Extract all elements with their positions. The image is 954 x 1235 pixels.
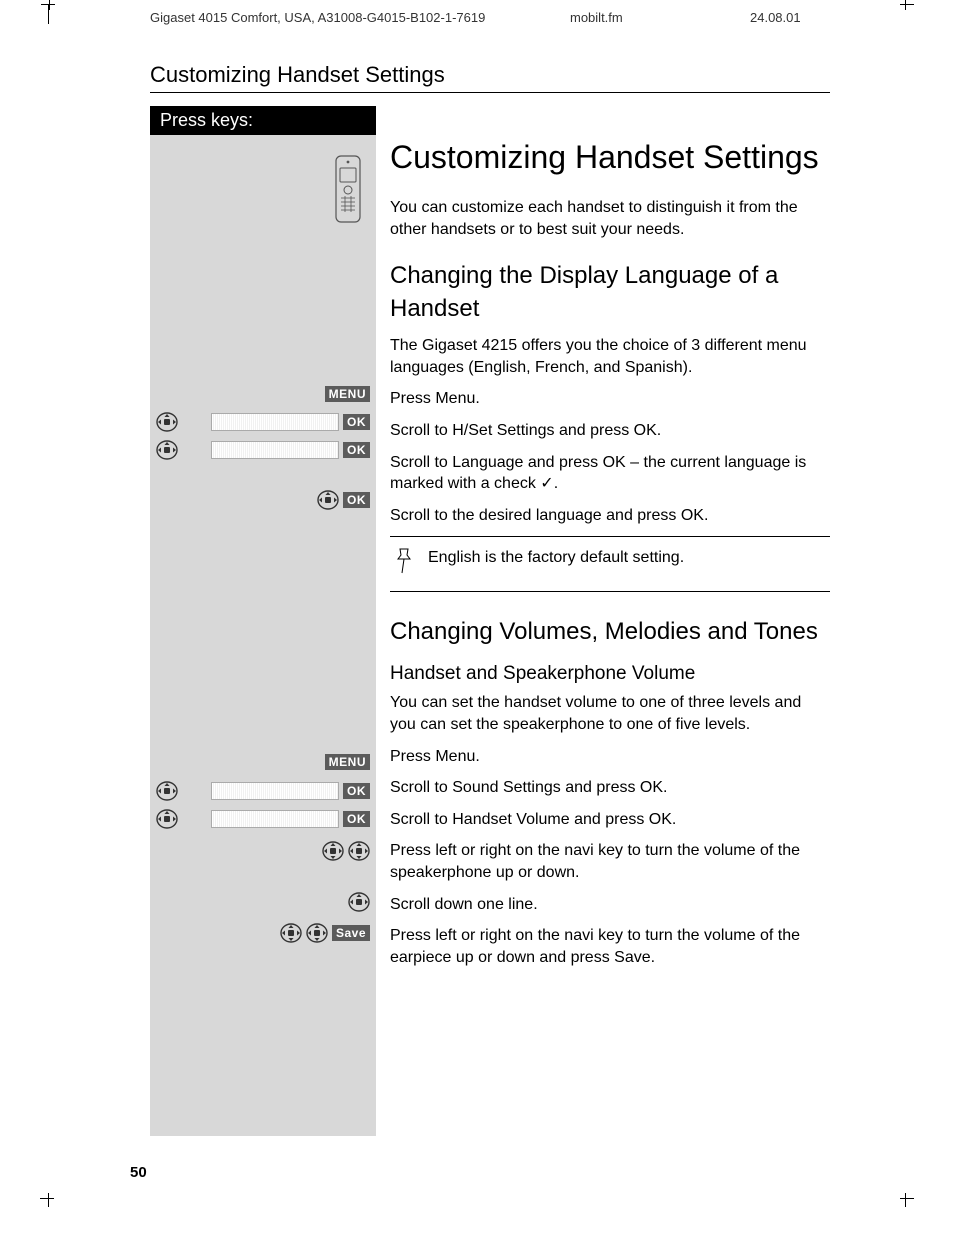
- navikey-icon: [156, 809, 178, 829]
- main-content: Customizing Handset Settings You can cus…: [376, 106, 830, 1136]
- note-text: English is the factory default setting.: [428, 547, 684, 569]
- display-strip: [211, 441, 339, 459]
- page-title: Customizing Handset Settings: [390, 136, 830, 179]
- volume-intro: You can set the handset volume to one of…: [390, 692, 830, 735]
- press-keys-sidebar: Press keys:: [150, 106, 376, 1136]
- intro-text: You can customize each handset to distin…: [390, 197, 830, 240]
- vol-step: Scroll to Handset Volume and press OK.: [390, 809, 830, 831]
- display-strip: [211, 810, 339, 828]
- navikey-left-icon: [280, 923, 302, 943]
- menu-key-badge: MENU: [325, 754, 370, 770]
- vol-step: Press Menu.: [390, 746, 830, 768]
- note-box: English is the factory default setting.: [390, 536, 830, 592]
- ok-key-badge: OK: [343, 492, 370, 508]
- doc-id: Gigaset 4015 Comfort, USA, A31008-G4015-…: [150, 10, 485, 25]
- doc-date: 24.08.01: [750, 10, 801, 25]
- heading-handset-vol: Handset and Speakerphone Volume: [390, 661, 830, 687]
- vol-step: Scroll down one line.: [390, 894, 830, 916]
- navikey-right-icon: [306, 923, 328, 943]
- heading-language: Changing the Display Language of a Hands…: [390, 260, 830, 325]
- navikey-icon: [156, 412, 178, 432]
- lang-step: Scroll to the desired language and press…: [390, 505, 830, 527]
- lang-step: Scroll to Language and press OK – the cu…: [390, 452, 830, 495]
- pushpin-icon: [394, 547, 414, 575]
- page-number: 50: [130, 1164, 147, 1181]
- display-strip: [211, 782, 339, 800]
- ok-key-badge: OK: [343, 811, 370, 827]
- menu-key-badge: MENU: [325, 386, 370, 402]
- navikey-icon: [156, 781, 178, 801]
- display-strip: [211, 413, 339, 431]
- language-intro: The Gigaset 4215 offers you the choice o…: [390, 335, 830, 378]
- vol-step: Scroll to Sound Settings and press OK.: [390, 777, 830, 799]
- handset-illustration-icon: [332, 154, 364, 224]
- navikey-right-icon: [348, 841, 370, 861]
- section-title: Customizing Handset Settings: [150, 62, 445, 88]
- heading-volumes: Changing Volumes, Melodies and Tones: [390, 616, 830, 648]
- lang-step: Press Menu.: [390, 388, 830, 410]
- ok-key-badge: OK: [343, 783, 370, 799]
- sidebar-header: Press keys:: [150, 106, 376, 135]
- section-rule: [150, 92, 830, 93]
- navikey-left-icon: [322, 841, 344, 861]
- lang-step: Scroll to H/Set Settings and press OK.: [390, 420, 830, 442]
- navikey-icon: [156, 440, 178, 460]
- navikey-icon: [317, 490, 339, 510]
- save-key-badge: Save: [332, 925, 370, 941]
- ok-key-badge: OK: [343, 414, 370, 430]
- doc-filename: mobilt.fm: [570, 10, 623, 25]
- ok-key-badge: OK: [343, 442, 370, 458]
- vol-step: Press left or right on the navi key to t…: [390, 925, 830, 968]
- navikey-down-icon: [348, 892, 370, 912]
- vol-step: Press left or right on the navi key to t…: [390, 840, 830, 883]
